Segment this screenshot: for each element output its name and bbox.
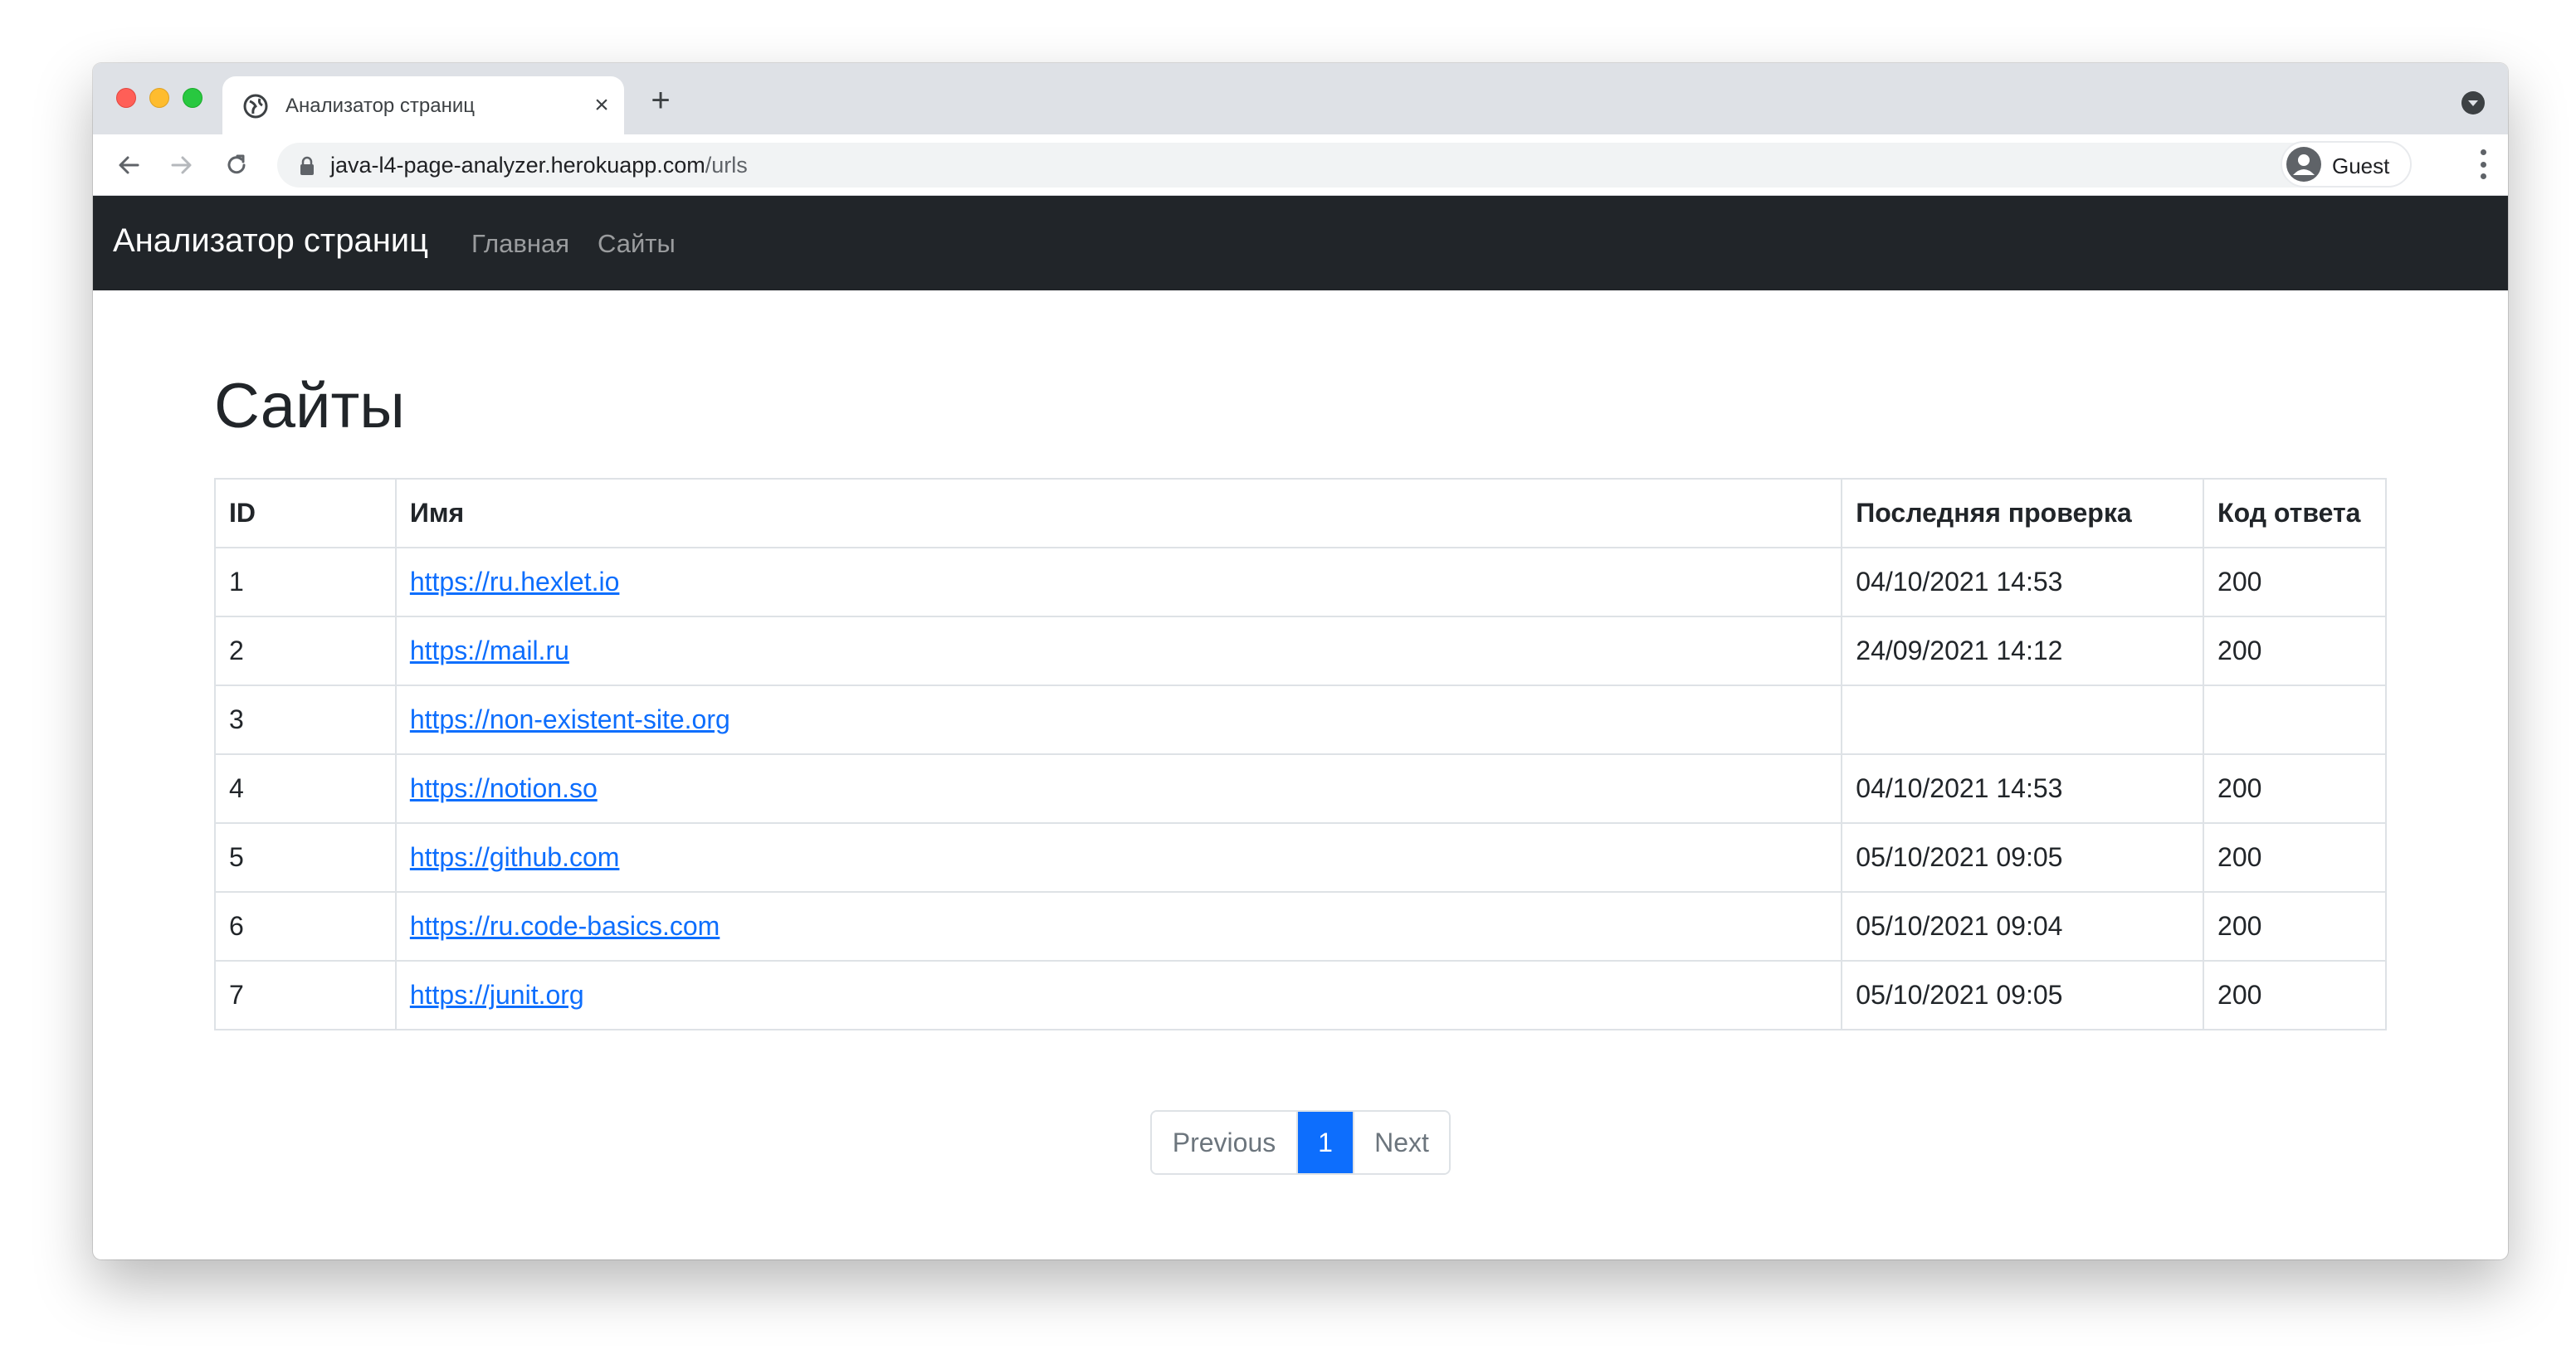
pagination-page-1[interactable]: 1: [1298, 1112, 1353, 1173]
back-button[interactable]: [111, 148, 146, 183]
cell-name: https://github.com: [394, 822, 1843, 893]
cell-id: 4: [214, 753, 397, 824]
reload-icon: [227, 154, 246, 174]
cell-id: 3: [214, 684, 397, 755]
globe-icon: [243, 94, 268, 119]
cell-last-check: 04/10/2021 14:53: [1841, 753, 2205, 824]
table-row: 4 https://notion.so 04/10/2021 14:53 200: [214, 753, 2387, 824]
url-path: /urls: [705, 153, 748, 178]
cell-last-check: 04/10/2021 14:53: [1841, 547, 2205, 617]
nav-link-home[interactable]: Главная: [471, 229, 569, 259]
cell-name: https://notion.so: [394, 753, 1843, 824]
browser-toolbar: java-l4-page-analyzer.herokuapp.com/urls…: [93, 134, 2508, 196]
site-link[interactable]: https://non-existent-site.org: [410, 704, 730, 734]
site-navbar: Анализатор страниц Главная Сайты: [93, 196, 2508, 290]
table-row: 1 https://ru.hexlet.io 04/10/2021 14:53 …: [214, 547, 2387, 617]
site-link[interactable]: https://notion.so: [410, 773, 598, 803]
table-row: 6 https://ru.code-basics.com 05/10/2021 …: [214, 891, 2387, 962]
tab-strip: Анализатор страниц × +: [93, 63, 2508, 134]
cell-id: 2: [214, 616, 397, 686]
maximize-window-button[interactable]: [183, 88, 202, 108]
profile-button[interactable]: Guest: [2281, 141, 2412, 188]
column-header-last-check: Последняя проверка: [1841, 478, 2205, 548]
cell-status-code: 200: [2203, 547, 2387, 617]
minimize-window-button[interactable]: [149, 88, 169, 108]
chevron-down-icon[interactable]: [2461, 91, 2485, 114]
cell-id: 6: [214, 891, 397, 962]
browser-window: Анализатор страниц × + java-l4-page-anal…: [93, 63, 2508, 1259]
cell-name: https://mail.ru: [394, 616, 1843, 686]
cell-id: 5: [214, 822, 397, 893]
cell-status-code: 200: [2203, 960, 2387, 1030]
table-row: 3 https://non-existent-site.org: [214, 684, 2387, 755]
cell-name: https://ru.hexlet.io: [394, 547, 1843, 617]
column-header-name: Имя: [394, 478, 1843, 548]
column-header-id: ID: [214, 478, 397, 548]
cell-last-check: 05/10/2021 09:05: [1841, 960, 2205, 1030]
cell-status-code: 200: [2203, 891, 2387, 962]
plus-icon[interactable]: +: [644, 84, 677, 118]
cell-status-code: 200: [2203, 822, 2387, 893]
avatar-icon: [2286, 147, 2321, 182]
site-link[interactable]: https://ru.code-basics.com: [410, 911, 720, 941]
browser-tab[interactable]: Анализатор страниц ×: [222, 76, 624, 134]
profile-label: Guest: [2332, 153, 2390, 178]
cell-last-check: 24/09/2021 14:12: [1841, 616, 2205, 686]
lock-icon: [300, 156, 314, 175]
cell-last-check: 05/10/2021 09:04: [1841, 891, 2205, 962]
table-row: 5 https://github.com 05/10/2021 09:05 20…: [214, 822, 2387, 893]
forward-button[interactable]: [164, 148, 199, 183]
reload-button[interactable]: [219, 148, 254, 183]
forward-arrow-icon: [171, 156, 192, 174]
cell-status-code: 200: [2203, 753, 2387, 824]
back-arrow-icon: [119, 156, 139, 174]
cell-id: 7: [214, 960, 397, 1030]
cell-last-check: 05/10/2021 09:05: [1841, 822, 2205, 893]
pagination-previous[interactable]: Previous: [1152, 1112, 1298, 1173]
url-host: java-l4-page-analyzer.herokuapp.com: [330, 153, 705, 178]
site-link[interactable]: https://mail.ru: [410, 636, 569, 665]
cell-last-check: [1841, 684, 2205, 755]
nav-link-sites[interactable]: Сайты: [598, 229, 676, 259]
table-row: 2 https://mail.ru 24/09/2021 14:12 200: [214, 616, 2387, 686]
cell-id: 1: [214, 547, 397, 617]
address-bar[interactable]: java-l4-page-analyzer.herokuapp.com/urls: [277, 143, 2369, 188]
cell-status-code: [2203, 684, 2387, 755]
pagination: Previous 1 Next: [1150, 1110, 1451, 1175]
pagination-next[interactable]: Next: [1353, 1112, 1449, 1173]
sites-table: ID Имя Последняя проверка Код ответа 1 h…: [214, 478, 2387, 1030]
tab-title: Анализатор страниц: [285, 95, 476, 117]
table-header-row: ID Имя Последняя проверка Код ответа: [214, 478, 2387, 548]
close-window-button[interactable]: [116, 88, 136, 108]
site-link[interactable]: https://junit.org: [410, 980, 584, 1010]
cell-status-code: 200: [2203, 616, 2387, 686]
page-title: Сайты: [214, 371, 405, 441]
navbar-brand[interactable]: Анализатор страниц: [113, 222, 428, 260]
kebab-menu-icon[interactable]: [2478, 149, 2488, 179]
cell-name: https://ru.code-basics.com: [394, 891, 1843, 962]
cell-name: https://junit.org: [394, 960, 1843, 1030]
url-text: java-l4-page-analyzer.herokuapp.com/urls: [330, 153, 748, 178]
site-link[interactable]: https://ru.hexlet.io: [410, 567, 620, 597]
table-row: 7 https://junit.org 05/10/2021 09:05 200: [214, 960, 2387, 1030]
close-icon[interactable]: ×: [588, 91, 616, 119]
cell-name: https://non-existent-site.org: [394, 684, 1843, 755]
column-header-status-code: Код ответа: [2203, 478, 2387, 548]
site-link[interactable]: https://github.com: [410, 842, 620, 872]
